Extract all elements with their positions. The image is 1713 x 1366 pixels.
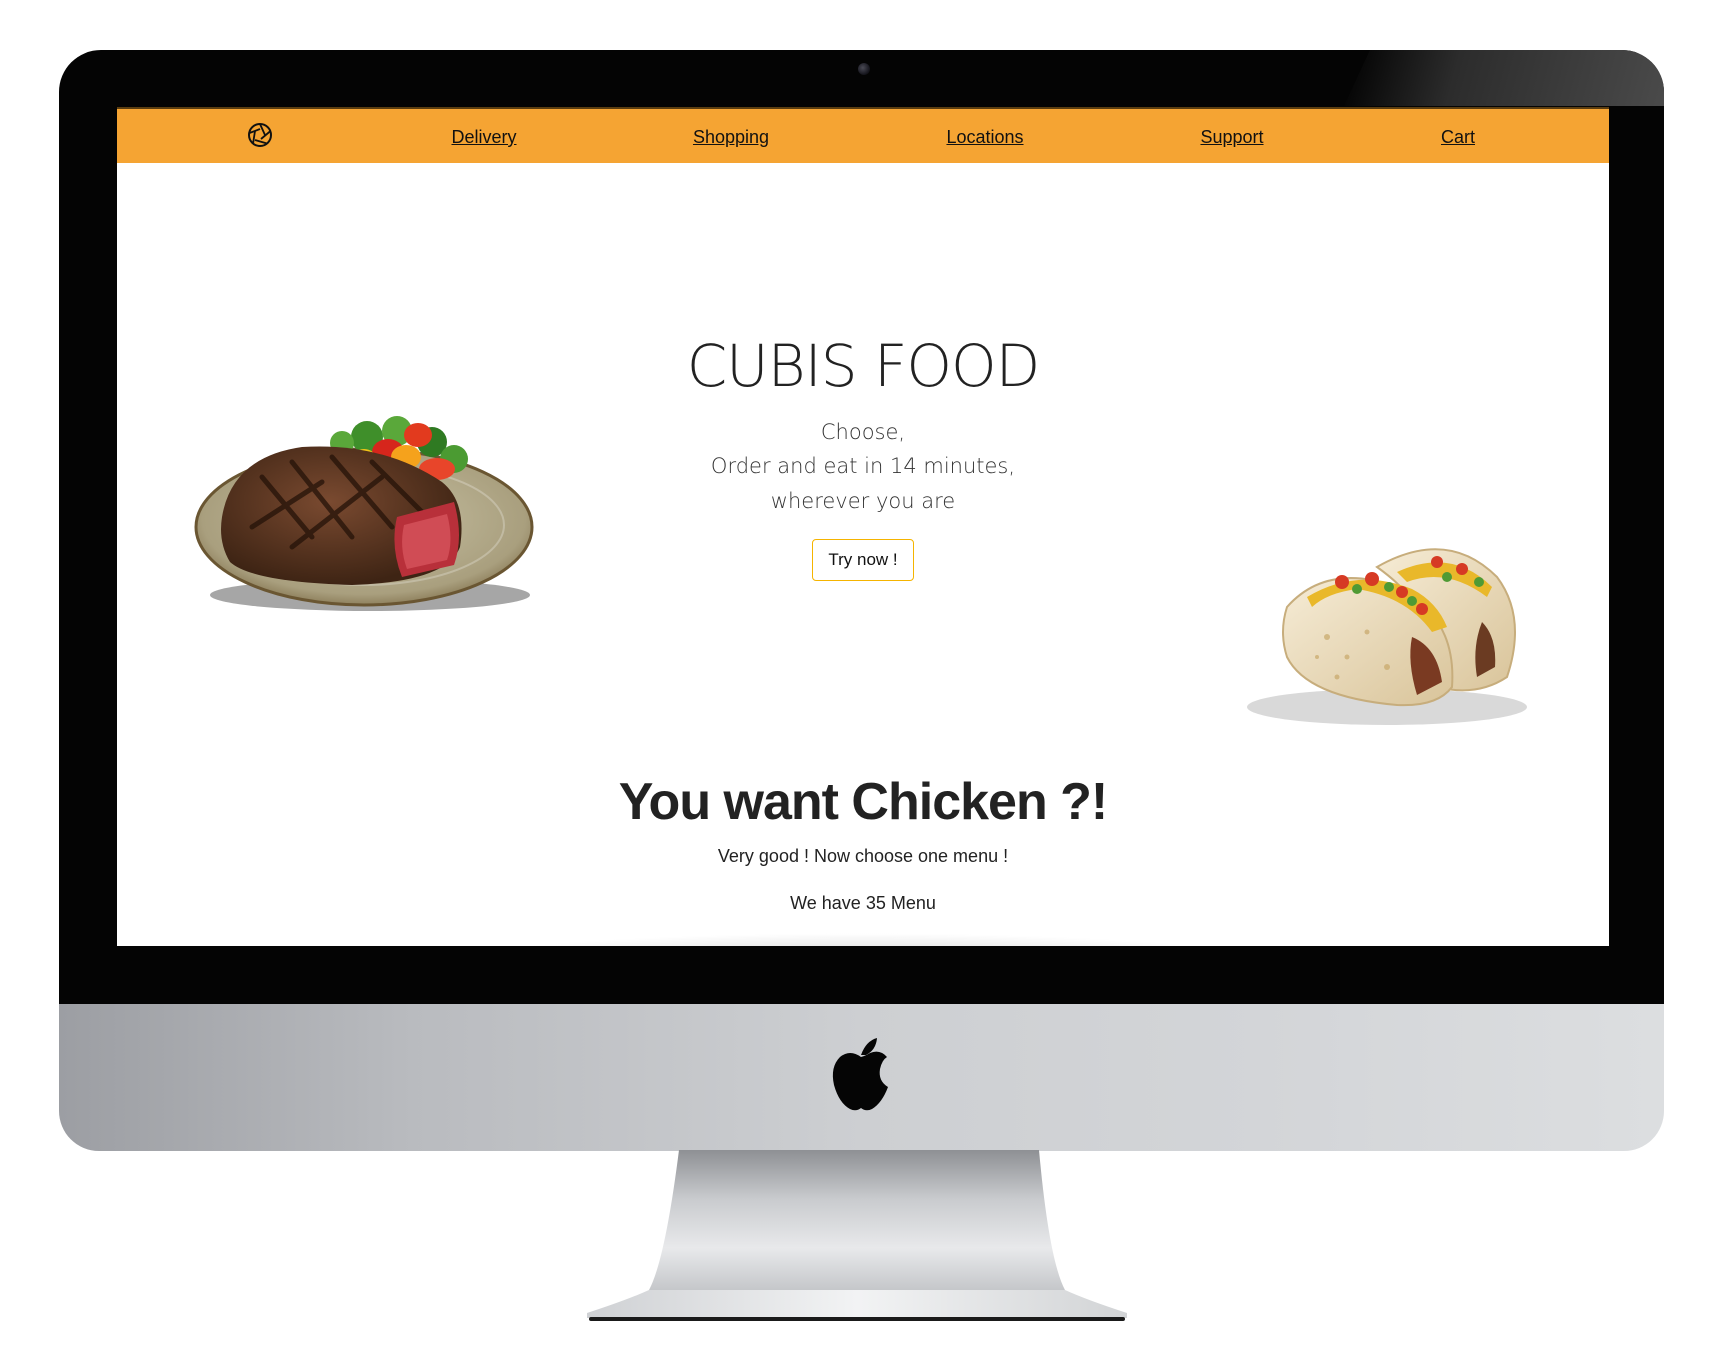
browser-viewport: Delivery Shopping Locations Support Cart — [117, 107, 1609, 946]
hero-line-2: Order and eat in 14 minutes, — [710, 454, 1016, 478]
bezel-glare — [1344, 50, 1664, 106]
aperture-icon[interactable] — [247, 122, 273, 148]
nav-link-locations[interactable]: Locations — [946, 127, 1023, 148]
nav-link-delivery[interactable]: Delivery — [451, 127, 516, 148]
monitor-stand — [587, 1150, 1127, 1321]
camera-icon — [858, 63, 870, 75]
hero-title: CUBIS FOOD — [686, 332, 1041, 400]
section-subtitle: Very good ! Now choose one menu ! — [717, 846, 1009, 866]
nav-link-support[interactable]: Support — [1200, 127, 1263, 148]
menu-count-text: We have 35 Menu — [790, 893, 936, 913]
nav-link-shopping[interactable]: Shopping — [693, 127, 769, 148]
try-now-button[interactable]: Try now ! — [812, 539, 914, 581]
section-title: You want Chicken ?! — [618, 773, 1109, 831]
hero-line-3: wherever you are — [770, 489, 956, 513]
navbar: Delivery Shopping Locations Support Cart — [117, 107, 1609, 163]
tacos-image — [1247, 548, 1527, 725]
nav-link-cart[interactable]: Cart — [1441, 127, 1475, 148]
monitor-chin — [59, 1004, 1664, 1151]
card-shadow — [447, 933, 1277, 946]
hero-line-1: Choose, — [820, 420, 906, 444]
apple-logo-icon — [832, 1038, 888, 1111]
